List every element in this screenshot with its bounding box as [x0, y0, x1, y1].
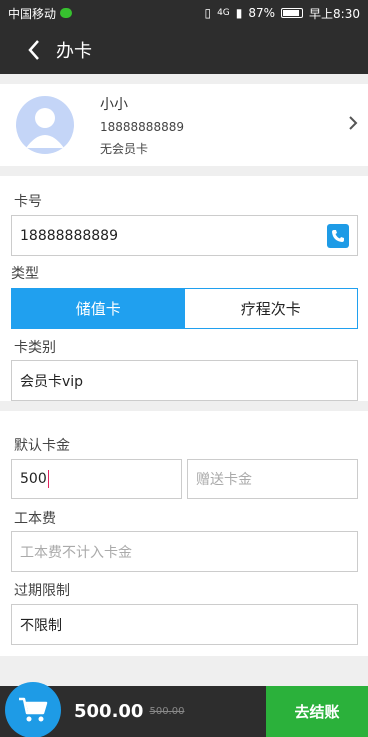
carrier-label: 中国移动 — [8, 6, 57, 21]
contact-phone-icon[interactable] — [327, 224, 349, 248]
battery-icon — [281, 8, 304, 18]
member-phone: 18888888889 — [100, 119, 184, 134]
vibrate-icon: ▯ — [204, 6, 212, 20]
signal-icon: ▮ — [235, 6, 243, 20]
original-price: 500.00 — [149, 706, 185, 717]
expiry-select[interactable]: 不限制 — [11, 604, 358, 645]
member-level: 无会员卡 — [100, 141, 149, 156]
default-amount-input[interactable]: 500 — [11, 459, 182, 499]
card-no-field[interactable]: 18888888889 — [11, 215, 358, 256]
avatar — [16, 96, 74, 154]
battery-percent: 87% — [248, 6, 276, 20]
fee-input[interactable]: 工本费不计入卡金 — [11, 531, 358, 572]
gift-amount-placeholder: 赠送卡金 — [196, 472, 252, 488]
checkout-button[interactable]: 去结账 — [266, 686, 368, 737]
cart-icon[interactable] — [5, 682, 61, 737]
tab-stored-value-card[interactable]: 储值卡 — [12, 289, 185, 328]
card-category-select[interactable]: 会员卡vip — [11, 360, 358, 401]
default-amount-label: 默认卡金 — [14, 438, 70, 454]
status-bar: 中国移动 ▯ 4G ▮ 87% 早上8:30 — [0, 0, 368, 26]
back-icon[interactable] — [14, 26, 54, 74]
chevron-right-icon — [348, 115, 358, 135]
expiry-value: 不限制 — [20, 617, 62, 634]
type-label: 类型 — [11, 266, 39, 282]
card-type-tabs: 储值卡 疗程次卡 — [11, 288, 358, 329]
fee-label: 工本费 — [14, 511, 56, 527]
text-cursor — [47, 470, 49, 488]
clock: 早上8:30 — [309, 6, 360, 21]
member-summary[interactable]: 小小 18888888889 无会员卡 — [0, 84, 368, 166]
card-category-label: 卡类别 — [14, 340, 56, 356]
nav-bar: 办卡 — [0, 26, 368, 74]
card-no-label: 卡号 — [14, 194, 42, 210]
card-category-value: 会员卡vip — [20, 373, 84, 390]
chat-notification-icon — [60, 8, 73, 18]
network-label: 4G — [217, 8, 230, 18]
tab-treatment-card[interactable]: 疗程次卡 — [184, 289, 357, 328]
card-no-value: 18888888889 — [20, 227, 118, 244]
page-title: 办卡 — [56, 41, 92, 62]
default-amount-value: 500 — [20, 471, 47, 487]
gift-amount-input[interactable]: 赠送卡金 — [187, 459, 358, 499]
fee-placeholder: 工本费不计入卡金 — [20, 544, 132, 561]
total-price: 500.00 — [74, 701, 144, 722]
expiry-label: 过期限制 — [14, 583, 70, 599]
member-name: 小小 — [100, 96, 128, 113]
